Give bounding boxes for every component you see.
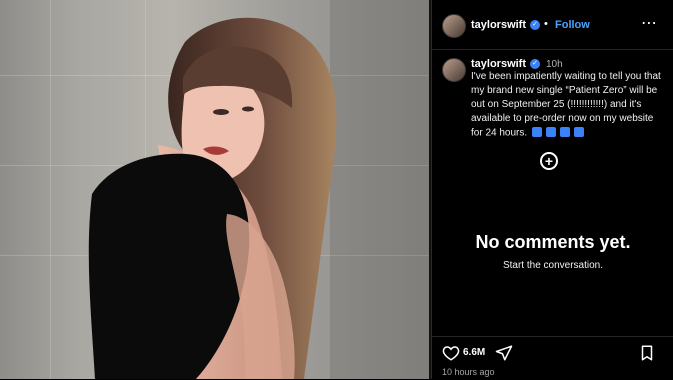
caption-avatar[interactable] [442,58,466,82]
post-actions-bar: 6.6M 10 hours ago [432,336,673,380]
follow-button[interactable]: Follow [555,19,590,31]
emoji-row [531,126,588,140]
post-caption: I've been impatiently waiting to tell yo… [471,70,667,141]
more-options-icon[interactable]: ⋯ [641,13,658,33]
verified-badge-icon: ✓ [530,20,540,30]
heart-icon[interactable] [442,344,460,362]
caption-username[interactable]: taylorswift [471,58,526,70]
header-username[interactable]: taylorswift [471,19,526,31]
instagram-post-modal: taylorswift ✓ • Follow ⋯ taylorswift ✓ 1… [0,0,673,379]
paper-plane-icon[interactable] [495,344,513,362]
emoji-icon [559,127,570,138]
separator-dot: • [544,18,548,30]
empty-comments-title: No comments yet. [475,232,631,252]
portrait-illustration [88,0,429,379]
post-header: taylorswift ✓ • Follow ⋯ [432,0,673,50]
post-time: 10h [546,59,563,70]
add-comment-icon[interactable]: + [540,152,558,170]
empty-comments-subtitle: Start the conversation. [502,260,604,271]
verified-badge-icon: ✓ [530,59,540,69]
post-image[interactable] [0,0,429,379]
emoji-icon [531,127,542,138]
likes-count: 6.6M [463,347,486,358]
bookmark-icon[interactable] [638,344,656,362]
relative-post-time: 10 hours ago [442,367,495,377]
emoji-icon [573,127,584,138]
emoji-icon [545,127,556,138]
post-side-panel: taylorswift ✓ • Follow ⋯ taylorswift ✓ 1… [431,0,673,379]
profile-avatar[interactable] [442,14,466,38]
